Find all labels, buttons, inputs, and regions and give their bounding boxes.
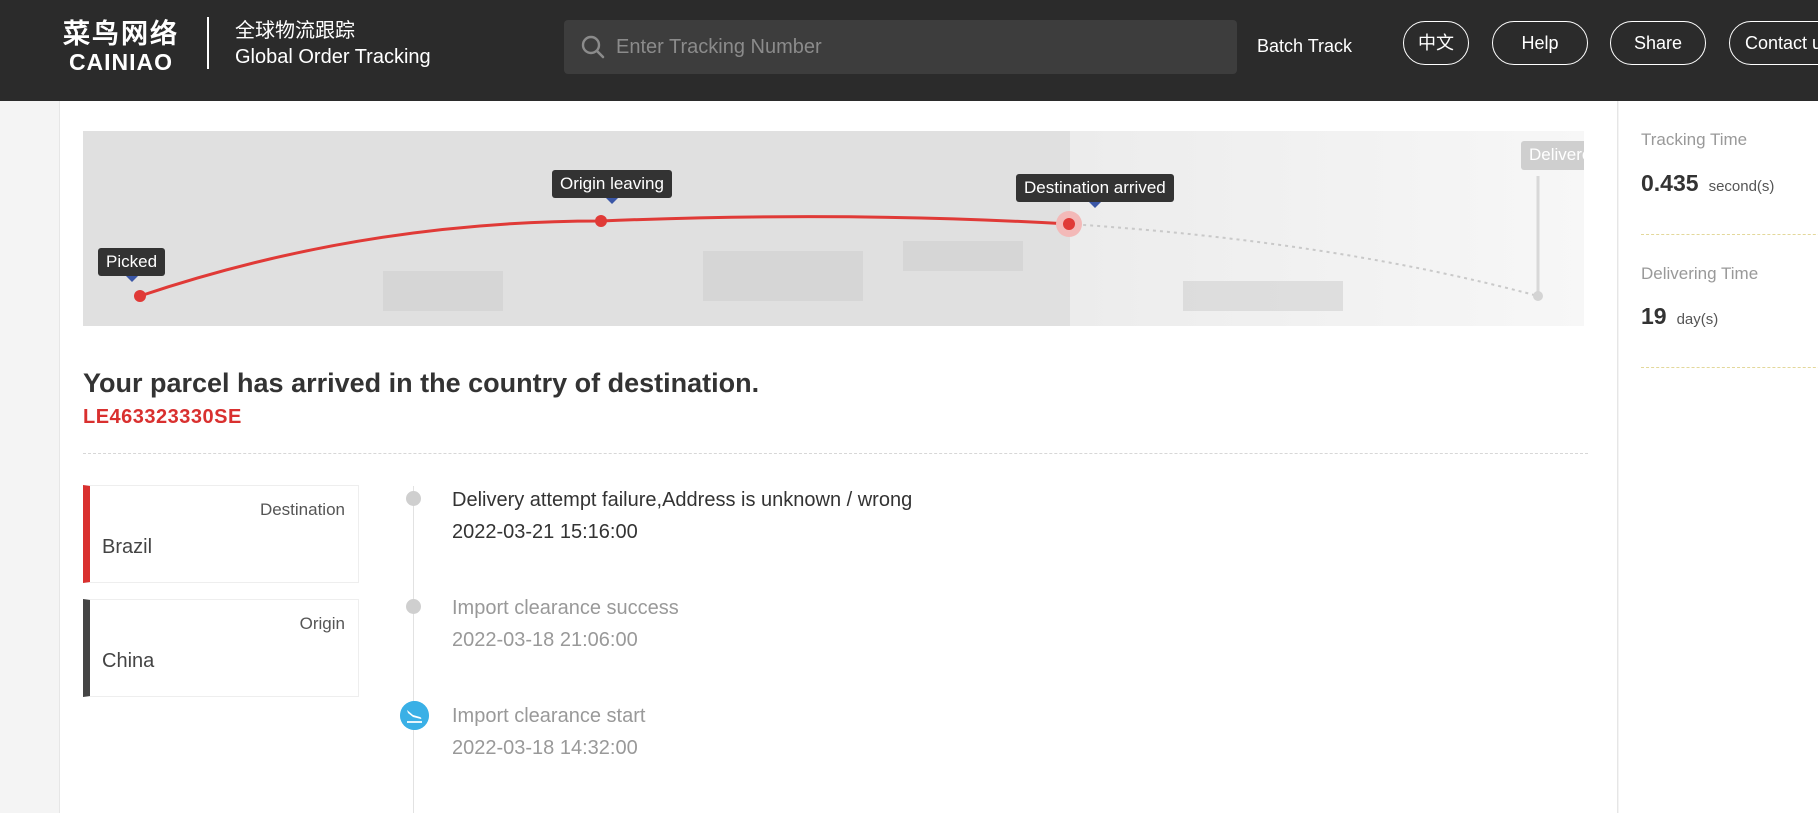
help-button[interactable]: Help — [1492, 21, 1588, 65]
site-title: 全球物流跟踪 Global Order Tracking — [235, 18, 431, 70]
site-title-english: Global Order Tracking — [235, 46, 431, 68]
point-picked — [134, 290, 146, 302]
cainiao-logo[interactable]: 菜鸟网络 CAINIAO — [62, 19, 180, 75]
contact-us-button[interactable]: Contact us — [1729, 21, 1818, 65]
progress-route — [134, 176, 1543, 311]
stage-label-picked: Picked — [98, 248, 166, 282]
tracking-time-label: Tracking Time — [1641, 130, 1748, 149]
stage-label-origin-leaving: Origin leaving — [552, 170, 672, 204]
point-delivered — [1533, 291, 1543, 301]
event-time: 2022-03-18 21:06:00 — [452, 629, 638, 651]
destination-card: Destination Brazil — [83, 485, 359, 583]
stats-divider — [1641, 234, 1818, 235]
section-divider — [83, 453, 1588, 454]
event-time: 2022-03-18 14:32:00 — [452, 737, 638, 759]
timeline-event: Import clearance start 2022-03-18 14:32:… — [452, 701, 645, 765]
timeline-line — [413, 486, 414, 813]
event-title: Import clearance success — [452, 597, 679, 619]
timeline-event: Delivery attempt failure,Address is unkn… — [452, 485, 912, 549]
destination-value: Brazil — [102, 536, 153, 558]
logo-divider — [207, 17, 209, 69]
stats-panel: Tracking Time 0.435 second(s) Delivering … — [1619, 101, 1818, 813]
delivering-time: 19 day(s) — [1641, 303, 1718, 330]
parcel-status-heading: Your parcel has arrived in the country o… — [83, 368, 760, 398]
timeline-dot — [406, 599, 421, 614]
point-destination-arrived — [1063, 218, 1075, 230]
timeline-event: Import clearance success 2022-03-18 21:0… — [452, 593, 679, 657]
world-map-dots — [383, 241, 1343, 311]
event-title: Delivery attempt failure,Address is unkn… — [452, 489, 913, 511]
tracking-result-card: Picked Origin leaving Destination arrive… — [59, 101, 1618, 813]
logo-english: CAINIAO — [68, 49, 174, 75]
language-button[interactable]: 中文 — [1403, 21, 1469, 65]
event-time: 2022-03-21 15:16:00 — [452, 521, 638, 543]
top-bar: 菜鸟网络 CAINIAO 全球物流跟踪 Global Order Trackin… — [0, 0, 1818, 101]
timeline-dot — [406, 491, 421, 506]
batch-track-link[interactable]: Batch Track — [1257, 36, 1352, 57]
destination-label: Destination — [259, 500, 345, 519]
tracking-time: 0.435 second(s) — [1641, 170, 1774, 197]
origin-card: Origin China — [83, 599, 359, 697]
site-title-chinese: 全球物流跟踪 — [235, 20, 355, 42]
origin-label: Origin — [299, 614, 345, 633]
share-button[interactable]: Share — [1610, 21, 1706, 65]
tracking-number: LE463323330SE — [83, 406, 242, 428]
stage-label-delivered: Delivered — [1521, 141, 1584, 170]
delivering-time-value: 19 — [1641, 303, 1667, 329]
logo-chinese: 菜鸟网络 — [63, 19, 179, 49]
airplane-landing-icon — [400, 701, 429, 730]
tracking-number-input[interactable] — [616, 20, 1216, 74]
tracking-time-unit: second(s) — [1708, 178, 1775, 195]
search-box[interactable] — [564, 20, 1237, 74]
progress-map: Picked Origin leaving Destination arrive… — [83, 131, 1584, 326]
event-title: Import clearance start — [452, 705, 646, 727]
search-icon[interactable] — [580, 34, 606, 60]
origin-value: China — [102, 650, 155, 672]
tracking-time-value: 0.435 — [1641, 170, 1699, 196]
point-origin-leaving — [595, 215, 607, 227]
stats-divider — [1641, 367, 1818, 368]
stage-label-destination-arrived: Destination arrived — [1016, 174, 1174, 208]
delivering-time-label: Delivering Time — [1641, 264, 1759, 283]
delivering-time-unit: day(s) — [1676, 311, 1719, 328]
